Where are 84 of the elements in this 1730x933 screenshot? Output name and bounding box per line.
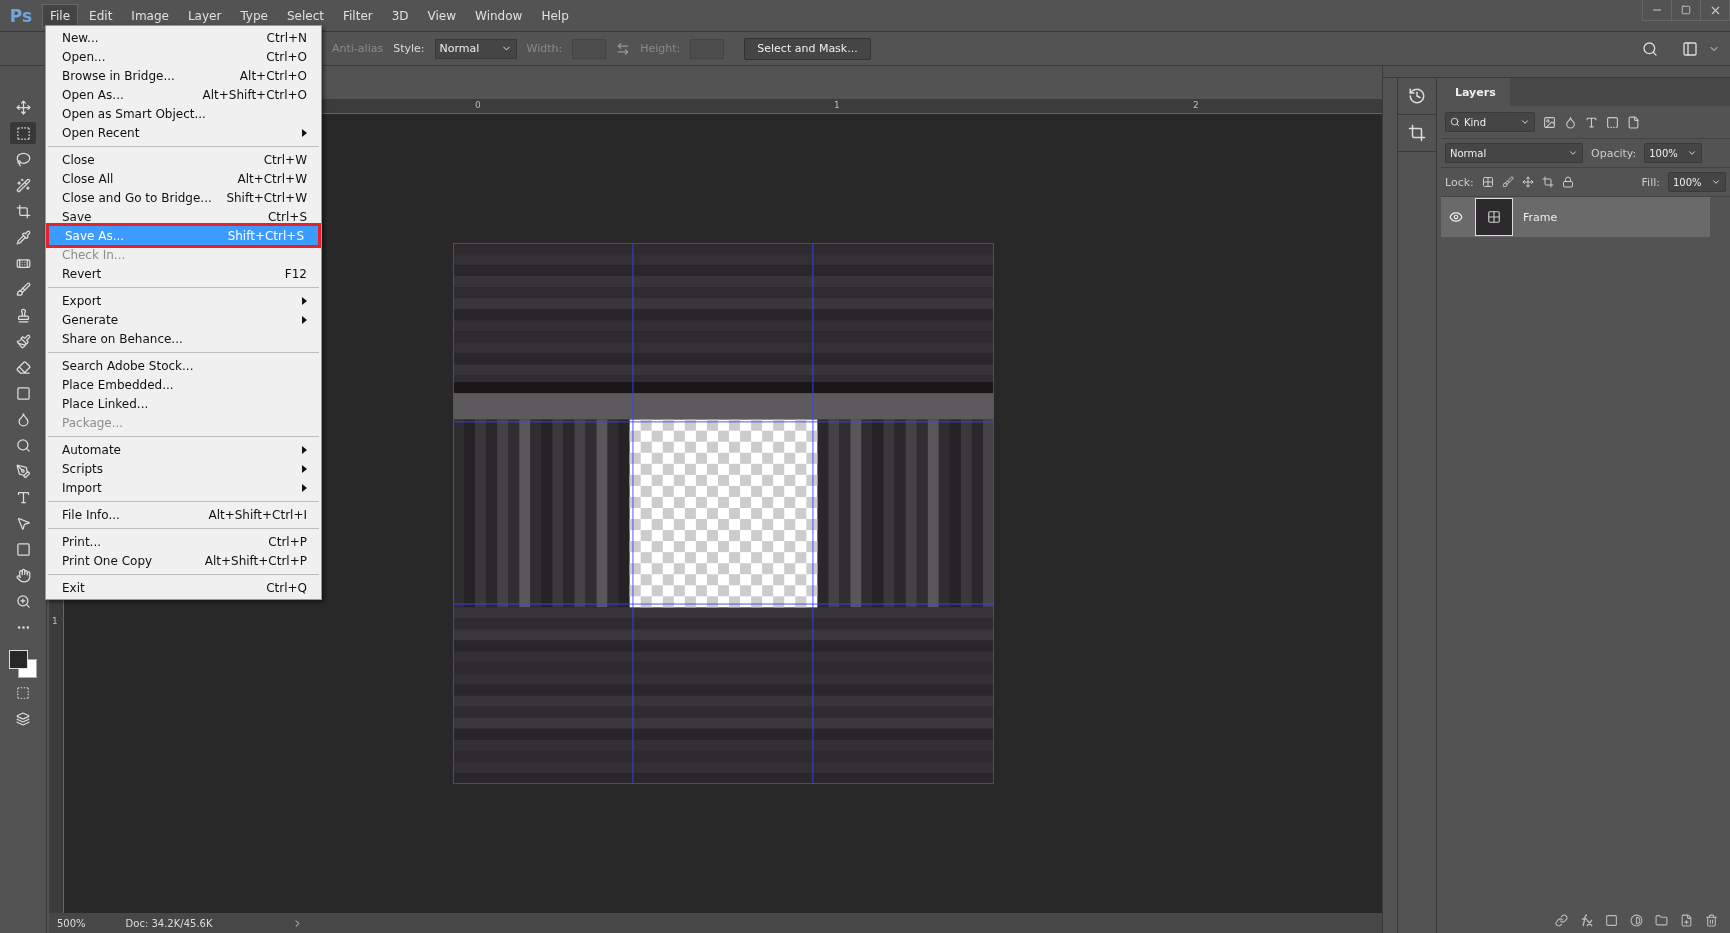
- zoom-level: 500%: [57, 917, 86, 929]
- ruler-number: 1: [52, 616, 58, 626]
- maximize-icon: [1681, 5, 1691, 15]
- menu-item[interactable]: Select: [278, 3, 332, 28]
- caret-icon: [1687, 148, 1698, 158]
- menu-item[interactable]: Revert F12: [46, 264, 321, 283]
- menu-item[interactable]: Close and Go to Bridge... Shift+Ctrl+W: [46, 188, 321, 207]
- new-layer-icon[interactable]: [1680, 913, 1693, 927]
- move-icon[interactable]: [1521, 176, 1534, 188]
- mask-icon[interactable]: [1605, 913, 1618, 927]
- search-icon[interactable]: [1642, 40, 1658, 57]
- checker-icon[interactable]: [1481, 176, 1494, 188]
- brush-icon[interactable]: [1501, 176, 1514, 188]
- workspace-icon[interactable]: [1682, 40, 1698, 57]
- style-label: Style:: [393, 42, 425, 55]
- menu-item[interactable]: Open... Ctrl+O: [46, 47, 321, 66]
- crop-icon[interactable]: [1541, 176, 1554, 188]
- app-logo: Ps: [8, 5, 34, 26]
- menu-item[interactable]: Type: [232, 3, 276, 28]
- shape-icon[interactable]: [1606, 115, 1619, 129]
- menu-item[interactable]: Close All Alt+Ctrl+W: [46, 169, 321, 188]
- menu-item[interactable]: Print... Ctrl+P: [46, 532, 321, 551]
- filter-value: Kind: [1464, 116, 1487, 128]
- menu-item[interactable]: File Info... Alt+Shift+Ctrl+I: [46, 505, 321, 524]
- menu-item[interactable]: File: [42, 3, 79, 28]
- caret-icon: [1520, 117, 1530, 127]
- menu-item[interactable]: Automate: [46, 440, 321, 459]
- menu-item[interactable]: Share on Behance...: [46, 329, 321, 348]
- ruler-number: 1: [834, 100, 840, 110]
- blend-mode-dropdown[interactable]: Normal: [1445, 143, 1583, 163]
- trash-icon[interactable]: [1705, 913, 1718, 927]
- checker-icon: [1487, 210, 1501, 224]
- eye-icon[interactable]: [1449, 210, 1463, 224]
- menu-item[interactable]: Scripts: [46, 459, 321, 478]
- filter-dropdown[interactable]: Kind: [1445, 112, 1535, 132]
- menu-item[interactable]: Open As... Alt+Shift+Ctrl+O: [46, 85, 321, 104]
- menu-item[interactable]: Layer: [179, 3, 230, 28]
- menu-item[interactable]: Export: [46, 291, 321, 310]
- layers-tab[interactable]: Layers: [1441, 78, 1510, 106]
- menu-item[interactable]: Print One Copy Alt+Shift+Ctrl+P: [46, 551, 321, 570]
- doc-size: Doc: 34.2K/45.6K: [125, 917, 213, 929]
- lock-label: Lock:: [1445, 175, 1474, 189]
- style-dropdown[interactable]: Normal: [434, 38, 517, 59]
- menu-item[interactable]: Place Linked...: [46, 394, 321, 413]
- link-icon[interactable]: [1555, 913, 1568, 927]
- menu-item[interactable]: Open Recent: [46, 123, 321, 142]
- layer-name: Frame: [1523, 210, 1558, 224]
- menu-item[interactable]: Generate: [46, 310, 321, 329]
- menu-item[interactable]: Browse in Bridge... Alt+Ctrl+O: [46, 66, 321, 85]
- menu-item[interactable]: Import: [46, 478, 321, 497]
- fill-field[interactable]: 100%: [1668, 172, 1726, 192]
- image-icon[interactable]: [1543, 115, 1556, 129]
- opacity-label: Opacity:: [1591, 146, 1637, 160]
- color-swatches[interactable]: [9, 650, 37, 678]
- layer-row[interactable]: Frame: [1441, 197, 1710, 237]
- lock-icon[interactable]: [1561, 176, 1574, 188]
- caret-icon: [1568, 148, 1578, 158]
- menu-item[interactable]: Window: [467, 3, 531, 28]
- select-and-mask-button[interactable]: Select and Mask...: [744, 37, 871, 60]
- search-icon: [1450, 117, 1460, 127]
- fill-label: Fill:: [1641, 175, 1660, 189]
- menu-item[interactable]: Exit Ctrl+Q: [46, 578, 321, 597]
- menu-item[interactable]: Image: [123, 3, 177, 28]
- document-icon[interactable]: [1627, 115, 1640, 129]
- ruler-number: 2: [1193, 100, 1199, 110]
- folder-icon[interactable]: [1655, 913, 1668, 927]
- menu-item[interactable]: Edit: [81, 3, 121, 28]
- menu-item[interactable]: View: [419, 3, 465, 28]
- menu-item[interactable]: Save Ctrl+S: [46, 207, 321, 226]
- opacity-field[interactable]: 100%: [1644, 143, 1703, 163]
- menu-item[interactable]: Place Embedded...: [46, 375, 321, 394]
- menu-item[interactable]: Filter: [335, 3, 381, 28]
- text-icon[interactable]: [1585, 115, 1598, 129]
- effects-icon[interactable]: [1580, 913, 1593, 927]
- menu-item[interactable]: Close Ctrl+W: [46, 150, 321, 169]
- menu-item[interactable]: Search Adobe Stock...: [46, 356, 321, 375]
- menu-item[interactable]: Open as Smart Object...: [46, 104, 321, 123]
- marquee-icon[interactable]: [10, 122, 36, 144]
- ruler-number: 0: [475, 100, 481, 110]
- menu-item[interactable]: Help: [533, 3, 577, 28]
- caret-icon: [1711, 177, 1721, 187]
- menu-item[interactable]: 3D: [383, 3, 417, 28]
- swap-icon[interactable]: [616, 41, 631, 56]
- menu-item[interactable]: New... Ctrl+N: [46, 28, 321, 47]
